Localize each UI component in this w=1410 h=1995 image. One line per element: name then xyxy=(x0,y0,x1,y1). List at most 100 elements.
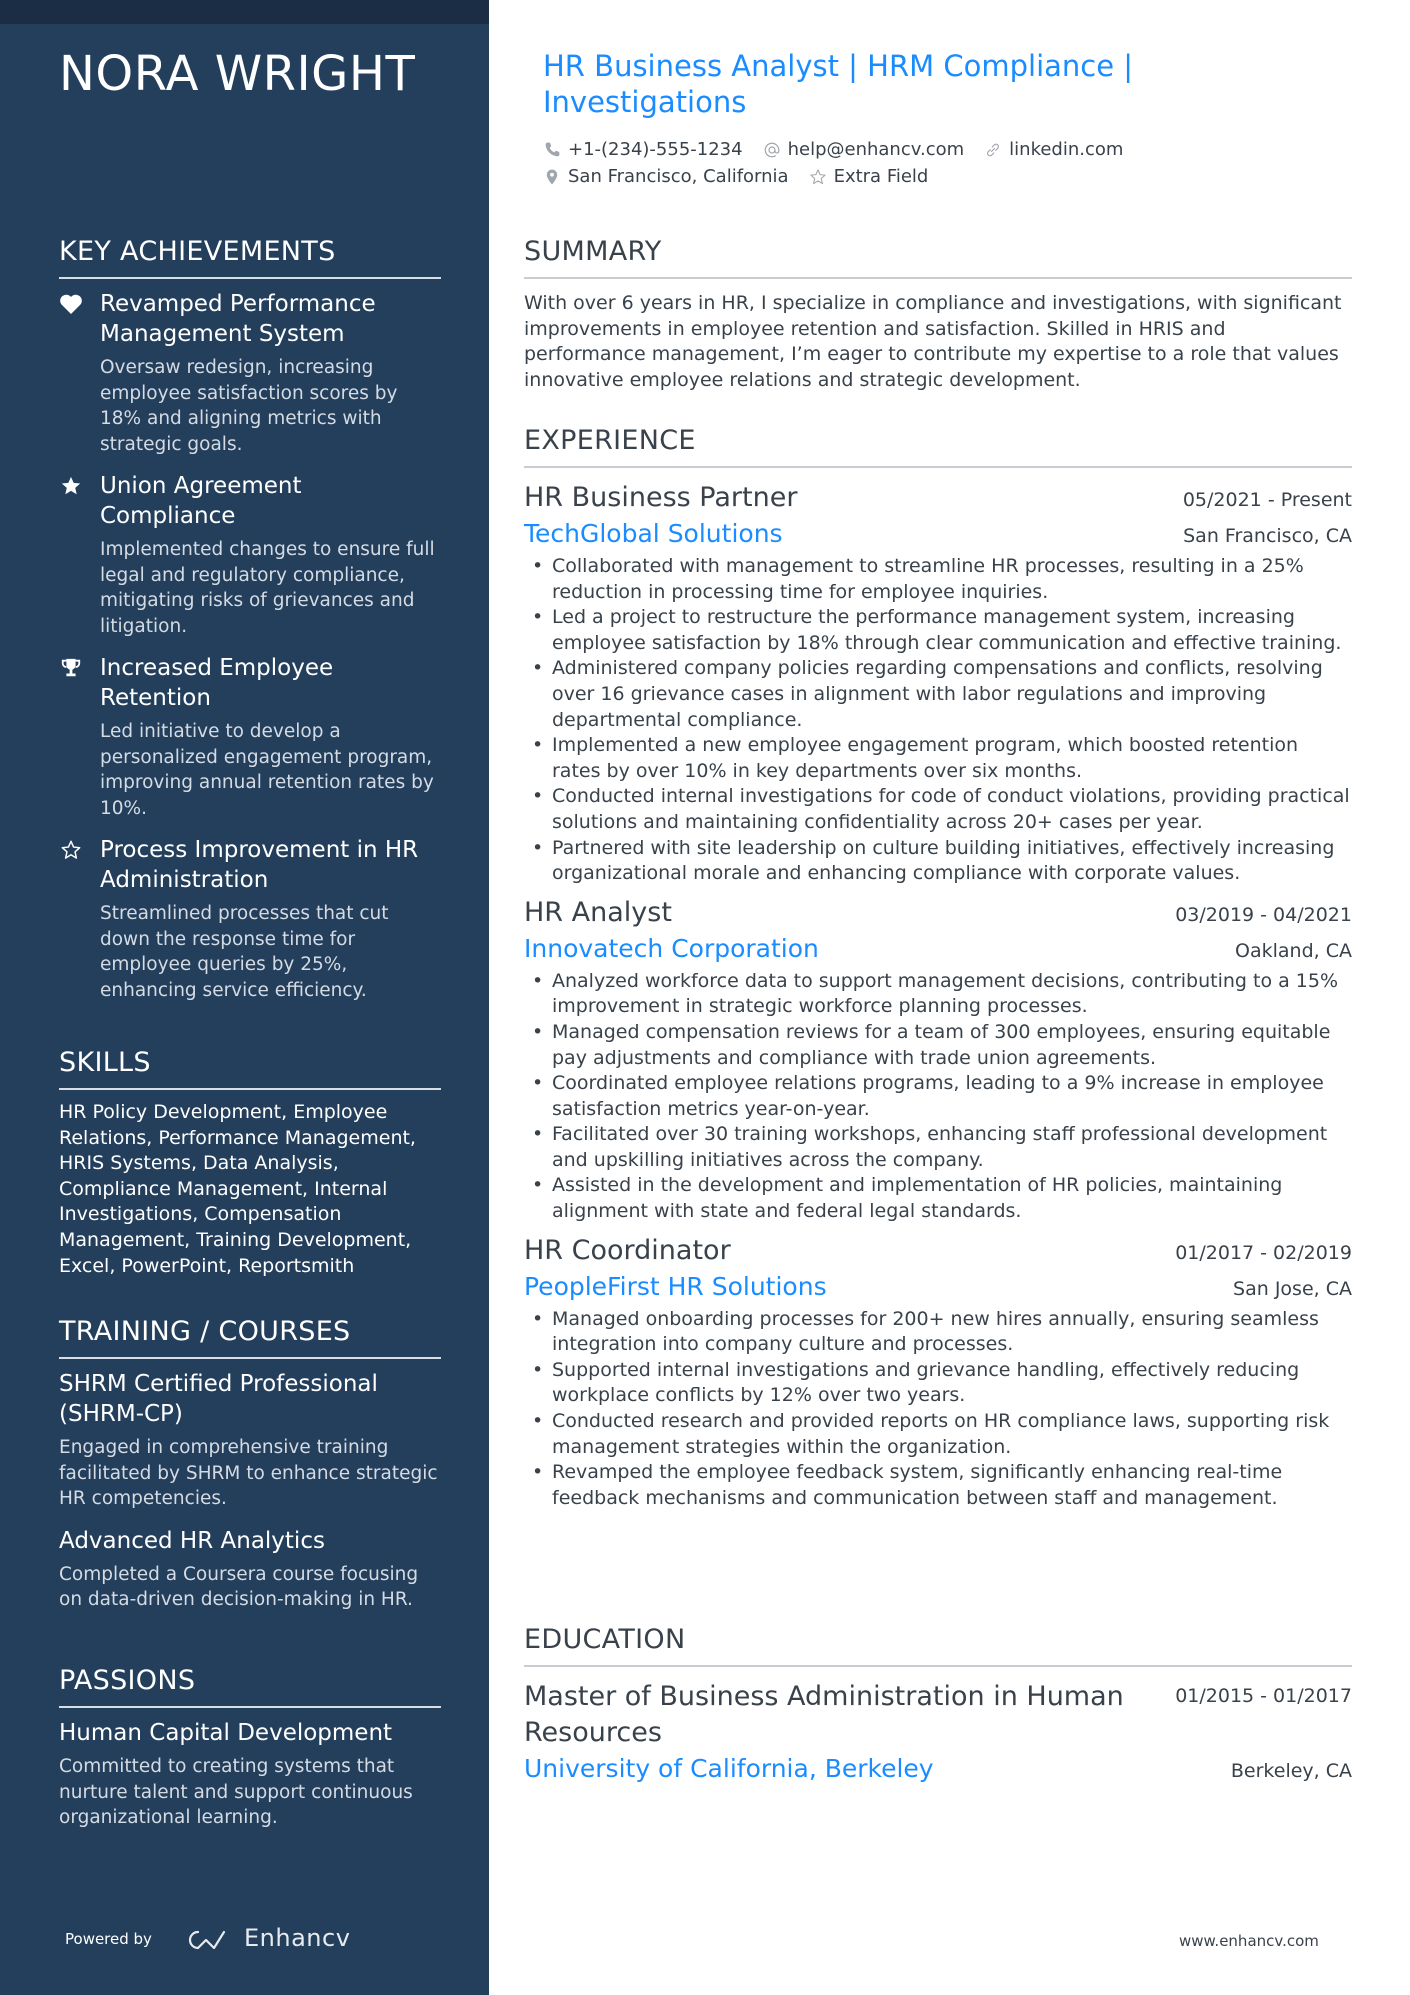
key-achievements-section: KEY ACHIEVEMENTS Revamped Performance Ma… xyxy=(59,236,441,1017)
job-bullet: Partnered with site leadership on cultur… xyxy=(524,836,1352,887)
job-bullet: Coordinated employee relations programs,… xyxy=(524,1071,1352,1122)
skills-heading: SKILLS xyxy=(59,1047,441,1090)
enhancv-brand[interactable]: Enhancv xyxy=(244,1924,350,1952)
achievement-title: Increased Employee Retention xyxy=(100,655,334,711)
job-title: HR Analyst xyxy=(524,896,672,928)
job-location: Oakland, CA xyxy=(1235,939,1352,962)
summary-text: With over 6 years in HR, I specialize in… xyxy=(524,292,1342,391)
company-name[interactable]: PeopleFirst HR Solutions xyxy=(524,1269,827,1305)
linkedin-url: linkedin.com xyxy=(1009,139,1124,160)
training-section: TRAINING / COURSES SHRM Certified Profes… xyxy=(59,1316,441,1627)
achievement-item: Revamped Performance Management System O… xyxy=(59,289,441,457)
school-location: Berkeley, CA xyxy=(1230,1760,1352,1782)
job-bullets: Managed onboarding processes for 200+ ne… xyxy=(524,1307,1352,1512)
achievement-desc: Implemented changes to ensure full legal… xyxy=(100,539,435,637)
location-pin-icon xyxy=(546,169,558,184)
school-name[interactable]: University of California, Berkeley xyxy=(524,1751,934,1787)
job-bullet: Revamped the employee feedback system, s… xyxy=(524,1460,1352,1511)
extra-field-text: Extra Field xyxy=(833,166,929,187)
achievement-title: Process Improvement in HR Administration xyxy=(100,837,419,893)
job-bullet: Assisted in the development and implemen… xyxy=(524,1173,1352,1224)
passion-item: Human Capital Development Committed to c… xyxy=(59,1718,441,1831)
achievement-desc: Led initiative to develop a personalized… xyxy=(100,721,434,819)
achievement-item: Union Agreement Compliance Implemented c… xyxy=(59,471,441,639)
course-item: SHRM Certified Professional (SHRM-CP) En… xyxy=(59,1369,441,1512)
job-bullets: Collaborated with management to streamli… xyxy=(524,554,1352,887)
key-achievements-heading: KEY ACHIEVEMENTS xyxy=(59,236,441,279)
achievement-desc: Streamlined processes that cut down the … xyxy=(100,903,389,1001)
job-bullet: Managed compensation reviews for a team … xyxy=(524,1020,1352,1071)
contact-extra: Extra Field xyxy=(809,163,929,190)
heart-icon xyxy=(60,294,82,314)
job-title-headline: HR Business Analyst | HRM Compliance | I… xyxy=(543,49,1134,119)
link-icon xyxy=(987,143,1000,156)
passions-section: PASSIONS Human Capital Development Commi… xyxy=(59,1665,441,1845)
summary-section: SUMMARY With over 6 years in HR, I speci… xyxy=(524,236,1352,393)
education-section: EDUCATION Master of Business Administrat… xyxy=(524,1624,1352,1787)
summary-heading: SUMMARY xyxy=(524,236,1352,279)
location-text: San Francisco, California xyxy=(568,166,789,187)
job-bullet: Managed onboarding processes for 200+ ne… xyxy=(524,1307,1352,1358)
course-title: SHRM Certified Professional (SHRM-CP) xyxy=(59,1371,378,1427)
job-date: 05/2021 - Present xyxy=(1182,489,1352,511)
at-icon xyxy=(764,142,779,157)
job-bullet: Conducted research and provided reports … xyxy=(524,1409,1352,1460)
course-item: Advanced HR Analytics Completed a Course… xyxy=(59,1526,441,1613)
company-name[interactable]: Innovatech Corporation xyxy=(524,931,819,967)
contact-linkedin[interactable]: linkedin.com xyxy=(984,136,1123,163)
job-bullet: Implemented a new employee engagement pr… xyxy=(524,733,1352,784)
footer-url[interactable]: www.enhancv.com xyxy=(1179,1932,1319,1950)
job-bullets: Analyzed workforce data to support manag… xyxy=(524,969,1352,1225)
experience-heading: EXPERIENCE xyxy=(524,425,1352,468)
job-location: San Jose, CA xyxy=(1233,1277,1352,1300)
passion-desc: Committed to creating systems that nurtu… xyxy=(59,1756,413,1828)
enhancv-logo-icon xyxy=(188,1930,226,1950)
passion-title: Human Capital Development xyxy=(59,1720,393,1746)
course-desc: Engaged in comprehensive training facili… xyxy=(59,1437,438,1509)
job-bullet: Analyzed workforce data to support manag… xyxy=(524,969,1352,1020)
job-entry: HR Coordinator 01/2017 - 02/2019 PeopleF… xyxy=(524,1233,1352,1512)
phone-icon xyxy=(545,141,560,156)
job-bullet: Supported internal investigations and gr… xyxy=(524,1358,1352,1409)
achievement-item: Increased Employee Retention Led initiat… xyxy=(59,653,441,821)
contact-info: +1-(234)-555-1234 help@enhancv.com linke… xyxy=(543,136,1123,190)
job-location: San Francisco, CA xyxy=(1183,525,1352,547)
education-date: 01/2015 - 01/2017 xyxy=(1175,1685,1352,1707)
company-name[interactable]: TechGlobal Solutions xyxy=(524,516,783,552)
contact-phone[interactable]: +1-(234)-555-1234 xyxy=(543,136,743,163)
star-outline-icon xyxy=(809,168,826,184)
trophy-icon xyxy=(61,658,81,677)
job-bullet: Conducted internal investigations for co… xyxy=(524,784,1352,835)
achievement-title: Union Agreement Compliance xyxy=(100,473,302,529)
contact-email[interactable]: help@enhancv.com xyxy=(763,136,965,163)
star-outline-icon xyxy=(61,840,81,859)
job-entry: HR Business Partner 05/2021 - Present Te… xyxy=(524,480,1352,887)
skills-section: SKILLS HR Policy Development, Employee R… xyxy=(59,1047,441,1279)
job-bullet: Led a project to restructure the perform… xyxy=(524,605,1352,656)
contact-location: San Francisco, California xyxy=(543,163,789,190)
achievement-title: Revamped Performance Management System xyxy=(100,291,376,347)
job-bullet: Facilitated over 30 training workshops, … xyxy=(524,1122,1352,1173)
passions-heading: PASSIONS xyxy=(59,1665,441,1708)
achievement-desc: Oversaw redesign, increasing employee sa… xyxy=(100,357,398,455)
email-address: help@enhancv.com xyxy=(787,139,965,160)
sidebar: NORA WRIGHT KEY ACHIEVEMENTS Revamped Pe… xyxy=(0,0,489,1995)
job-title: HR Coordinator xyxy=(524,1234,731,1266)
powered-by-label: Powered by xyxy=(65,1930,152,1948)
experience-section: EXPERIENCE HR Business Partner 05/2021 -… xyxy=(524,425,1352,1519)
course-desc: Completed a Coursera course focusing on … xyxy=(59,1563,419,1611)
job-bullet: Collaborated with management to streamli… xyxy=(524,554,1352,605)
candidate-name: NORA WRIGHT xyxy=(59,46,416,102)
skills-list: HR Policy Development, Employee Relation… xyxy=(59,1101,416,1277)
training-heading: TRAINING / COURSES xyxy=(59,1316,441,1359)
achievement-item: Process Improvement in HR Administration… xyxy=(59,835,441,1003)
education-heading: EDUCATION xyxy=(524,1624,1352,1667)
star-icon xyxy=(61,476,81,495)
job-date: 01/2017 - 02/2019 xyxy=(1175,1241,1352,1264)
course-title: Advanced HR Analytics xyxy=(59,1527,325,1554)
job-bullet: Administered company policies regarding … xyxy=(524,656,1352,733)
phone-number: +1-(234)-555-1234 xyxy=(568,139,743,160)
job-date: 03/2019 - 04/2021 xyxy=(1175,903,1352,926)
degree-title: Master of Business Administration in Hum… xyxy=(524,1681,1124,1748)
job-entry: HR Analyst 03/2019 - 04/2021 Innovatech … xyxy=(524,895,1352,1225)
